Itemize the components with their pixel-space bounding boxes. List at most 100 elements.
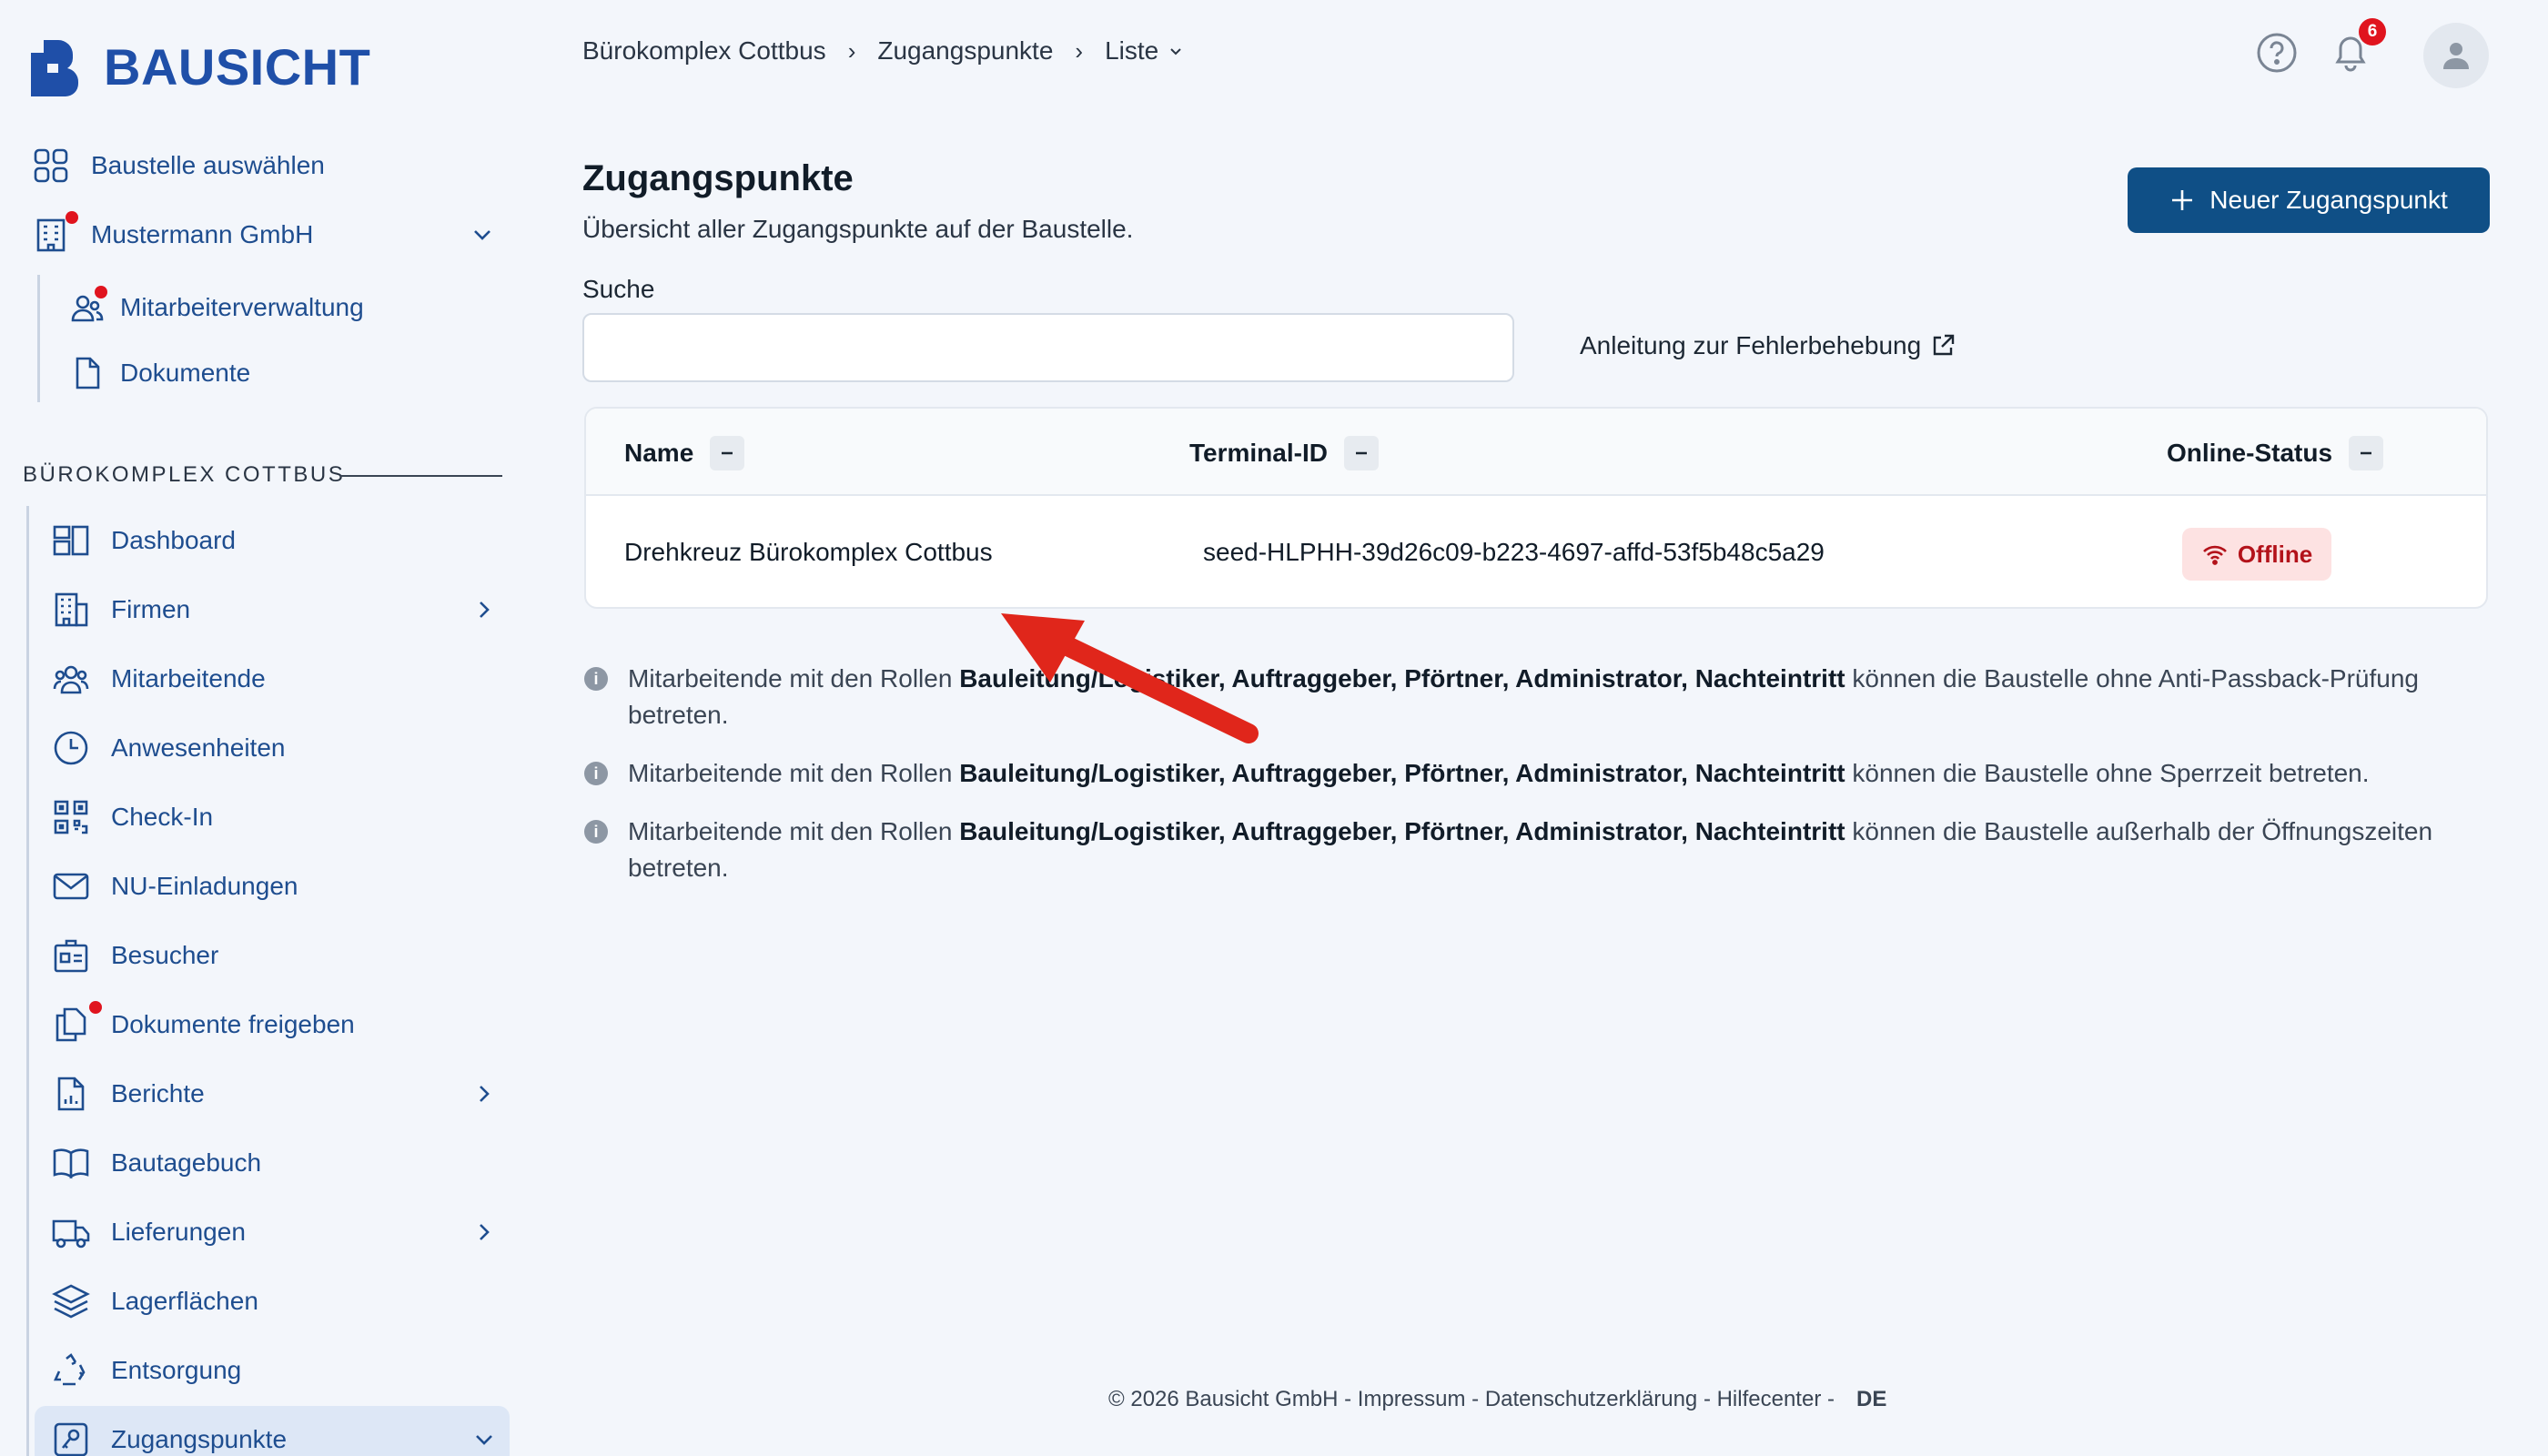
footer: © 2026 Bausicht GmbH - Impressum - Daten… — [1108, 1387, 1886, 1412]
page-title: Zugangspunkte — [582, 158, 854, 198]
page-subtitle: Übersicht aller Zugangspunkte auf der Ba… — [582, 215, 1134, 243]
sidebar-item-label: Lieferungen — [111, 1218, 246, 1246]
column-header-terminal-id[interactable]: Terminal-ID — [1189, 436, 1379, 470]
breadcrumb: Bürokomplex Cottbus › Zugangspunkte › Li… — [582, 36, 1184, 66]
access-points-table: Name Terminal-ID Online-Status Drehkreuz… — [584, 407, 2488, 609]
help-circle-icon — [2257, 33, 2297, 73]
layers-icon — [51, 1281, 91, 1321]
footer-text: © 2026 Bausicht GmbH - Impressum - Daten… — [1108, 1387, 1835, 1411]
chevron-right-icon[interactable] — [471, 1219, 497, 1245]
breadcrumb-item[interactable]: Bürokomplex Cottbus — [582, 36, 826, 66]
info-icon: i — [584, 667, 608, 691]
column-header-name[interactable]: Name — [624, 436, 745, 470]
sidebar-item-label: Baustelle auswählen — [91, 151, 325, 179]
search-label: Suche — [582, 275, 655, 303]
sidebar-item-berichte[interactable]: Berichte — [51, 1074, 497, 1114]
external-link-icon — [1933, 334, 1955, 356]
sidebar-item-mitarbeitende[interactable]: Mitarbeitende — [51, 659, 497, 699]
sidebar-item-dashboard[interactable]: Dashboard — [51, 521, 497, 561]
column-label: Name — [624, 439, 694, 467]
sidebar-item-besucher[interactable]: Besucher — [51, 935, 497, 976]
new-access-point-button[interactable]: Neuer Zugangspunkt — [2128, 167, 2490, 233]
help-button[interactable] — [2255, 31, 2299, 75]
column-toggle-button[interactable] — [710, 436, 745, 470]
breadcrumb-item[interactable]: Zugangspunkte — [877, 36, 1053, 66]
sidebar-item-label: Besucher — [111, 941, 219, 969]
sidebar-item-baustelle-auswaehlen[interactable]: Baustelle auswählen — [31, 146, 504, 186]
sidebar-item-company[interactable]: Mustermann GmbH — [31, 211, 495, 255]
bausicht-logo-icon — [31, 40, 79, 96]
info-icon: i — [584, 820, 608, 844]
sidebar-item-anwesenheiten[interactable]: Anwesenheiten — [51, 728, 497, 768]
id-badge-icon — [51, 935, 91, 976]
office-building-icon — [51, 590, 91, 630]
sidebar-item-label: Mustermann GmbH — [91, 220, 314, 248]
sidebar-item-nu-einladungen[interactable]: NU-Einladungen — [51, 866, 497, 906]
sidebar-item-label: Lagerflächen — [111, 1287, 258, 1315]
sidebar-item-check-in[interactable]: Check-In — [51, 797, 497, 837]
notification-dot — [95, 286, 107, 298]
chevron-right-icon[interactable] — [471, 597, 497, 622]
minus-icon — [722, 451, 733, 455]
info-note: i Mitarbeitende mit den Rollen Bauleitun… — [584, 755, 2495, 792]
note-text: Mitarbeitende mit den Rollen Bauleitung/… — [628, 755, 2370, 792]
chevron-down-icon[interactable] — [470, 222, 495, 248]
column-label: Terminal-ID — [1189, 439, 1328, 467]
note-text: Mitarbeitende mit den Rollen Bauleitung/… — [628, 661, 2495, 733]
dashboard-icon — [51, 521, 91, 561]
sidebar-item-lieferungen[interactable]: Lieferungen — [51, 1212, 497, 1252]
info-note: i Mitarbeitende mit den Rollen Bauleitun… — [584, 814, 2495, 886]
avatar[interactable] — [2423, 23, 2489, 88]
info-icon: i — [584, 762, 608, 785]
chevron-right-icon: › — [847, 36, 856, 65]
info-note: i Mitarbeitende mit den Rollen Bauleitun… — [584, 661, 2495, 733]
notification-dot — [66, 211, 78, 224]
brand-logo[interactable]: BAUSICHT — [27, 35, 370, 98]
sidebar-item-lagerflaechen[interactable]: Lagerflächen — [51, 1281, 497, 1321]
sidebar-item-label: Bautagebuch — [111, 1148, 262, 1177]
key-icon — [51, 1420, 91, 1456]
chevron-down-icon[interactable] — [471, 1427, 497, 1452]
sidebar-item-label: NU-Einladungen — [111, 872, 298, 900]
sidebar-item-label: Anwesenheiten — [111, 733, 286, 762]
sidebar-item-label: Check-In — [111, 803, 214, 831]
document-icon — [67, 353, 107, 393]
link-label: Anleitung zur Fehlerbehebung — [1580, 331, 1922, 359]
column-toggle-button[interactable] — [2349, 436, 2384, 470]
note-prefix: Mitarbeitende mit den Rollen — [628, 759, 960, 787]
nav-rail — [26, 506, 29, 1456]
note-suffix: können die Baustelle ohne Sperrzeit betr… — [1845, 759, 2370, 787]
sidebar-item-bautagebuch[interactable]: Bautagebuch — [51, 1143, 497, 1183]
chevron-right-icon[interactable] — [471, 1081, 497, 1107]
note-text: Mitarbeitende mit den Rollen Bauleitung/… — [628, 814, 2495, 886]
status-badge: Offline — [2182, 528, 2331, 581]
note-roles: Bauleitung/Logistiker, Auftraggeber, Pfö… — [959, 759, 1845, 787]
notification-dot — [89, 1001, 102, 1014]
minus-icon — [2361, 451, 2372, 455]
sidebar-item-label: Mitarbeitende — [111, 664, 266, 693]
language-switch[interactable]: DE — [1856, 1387, 1886, 1412]
search-input[interactable] — [582, 313, 1514, 382]
column-toggle-button[interactable] — [1343, 436, 1379, 470]
sidebar-item-label: Dokumente freigeben — [111, 1010, 355, 1038]
people-group-icon — [51, 659, 91, 699]
user-icon — [2443, 43, 2469, 69]
sidebar-item-dokumente-freigeben[interactable]: Dokumente freigeben — [51, 1001, 497, 1045]
section-divider — [340, 475, 502, 477]
building-icon — [31, 211, 78, 255]
troubleshooting-link[interactable]: Anleitung zur Fehlerbehebung — [1580, 331, 1956, 360]
column-header-online-status[interactable]: Online-Status — [2167, 436, 2384, 470]
sidebar-item-firmen[interactable]: Firmen — [51, 590, 497, 630]
sidebar-item-mitarbeiterverwaltung[interactable]: Mitarbeiterverwaltung — [67, 286, 364, 328]
breadcrumb-item-current[interactable]: Liste — [1105, 36, 1158, 66]
chevron-down-icon[interactable] — [1168, 43, 1184, 59]
notification-badge: 6 — [2359, 18, 2386, 46]
book-icon — [51, 1143, 91, 1183]
sidebar-item-zugangspunkte[interactable]: Zugangspunkte — [51, 1420, 497, 1456]
sidebar-item-label: Dokumente — [120, 359, 251, 387]
plus-icon — [2172, 190, 2193, 210]
sidebar-item-dokumente[interactable]: Dokumente — [67, 353, 250, 393]
clock-icon — [51, 728, 91, 768]
sidebar-item-entsorgung[interactable]: Entsorgung — [51, 1350, 497, 1390]
chevron-right-icon: › — [1075, 36, 1084, 65]
